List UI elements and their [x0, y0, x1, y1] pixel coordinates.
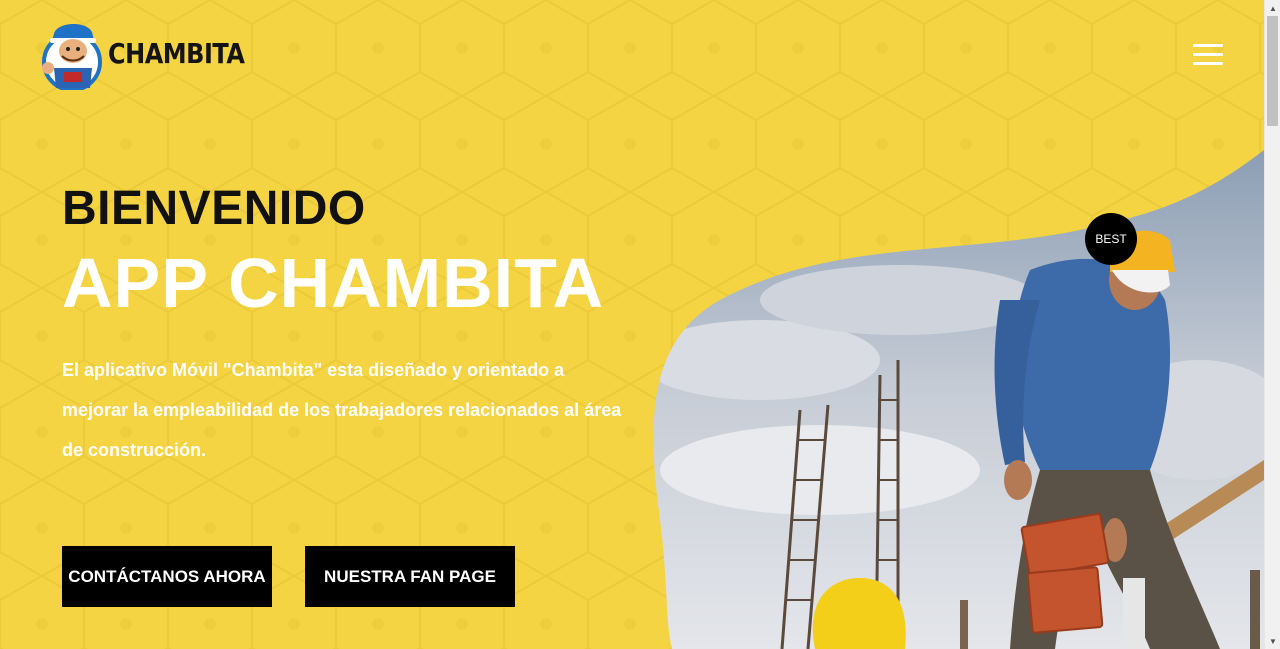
triangle-down-icon[interactable]: ▼ [1265, 633, 1280, 649]
hero-title-welcome: BIENVENIDO [62, 182, 366, 235]
hero-description: El aplicativo Móvil "Chambita" esta dise… [62, 360, 622, 460]
best-badge: BEST [1085, 213, 1137, 265]
brand-name: CHAMBITA [108, 37, 245, 71]
menu-line [1193, 53, 1223, 56]
menu-line [1193, 62, 1223, 65]
triangle-up-icon[interactable]: ▲ [1265, 0, 1280, 16]
contact-now-button[interactable]: CONTÁCTANOS AHORA [62, 546, 272, 607]
brand-logo[interactable]: CHAMBITA [40, 18, 245, 90]
fan-page-button[interactable]: NUESTRA FAN PAGE [305, 546, 515, 607]
hero-title-app: APP CHAMBITA [62, 244, 605, 322]
vertical-scrollbar[interactable]: ▲ ▼ [1264, 0, 1280, 649]
worker-mascot-icon [42, 23, 102, 90]
menu-line [1193, 44, 1223, 47]
hamburger-menu-icon[interactable] [1193, 44, 1223, 68]
hero-section: CHAMBITA BIENVENIDO APP CHAMBITA El apli… [0, 0, 1264, 649]
scroll-thumb[interactable] [1267, 16, 1278, 126]
